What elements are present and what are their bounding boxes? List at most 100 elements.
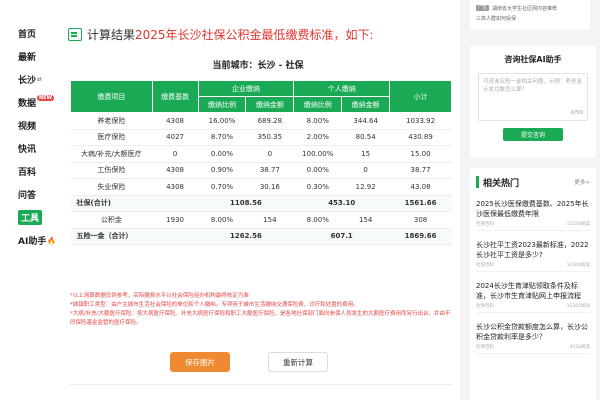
fire-icon: 🔥 [47, 236, 57, 245]
nav-item-data[interactable]: 数据 NEW [0, 91, 56, 114]
cell: 8.70% [198, 129, 246, 146]
table-row: 医疗保险 4027 8.70% 350.35 2.00% 80.54 430.89 [70, 129, 452, 146]
cell: 38.77 [245, 162, 294, 179]
col-header-employer-ratio: 缴纳比例 [197, 96, 247, 113]
calculator-icon [68, 28, 82, 41]
hot-item-source: 社保百科 [476, 345, 494, 350]
table-row: 养老保险 4308 16.00% 689.28 8.00% 344.64 1033.92 [70, 112, 452, 130]
cell: 4308 [152, 162, 199, 179]
cell: 0 [245, 145, 294, 163]
cell: 1930 [152, 211, 199, 229]
cell: 工伤保险 [70, 162, 153, 179]
cell: 100.00% [293, 145, 342, 163]
hot-item-views: 11200阅读 [566, 263, 590, 268]
nav-item-qa[interactable]: 问答 [0, 183, 56, 206]
nav-item-latest[interactable]: 最新 [0, 45, 56, 68]
hot-item[interactable]: 长沙社平工资2023最新标准，2022长沙社平工资是多少? 社保百科 11200阅… [476, 240, 590, 272]
cell: 社保(合计) [70, 195, 199, 212]
submit-consult-button[interactable]: 提交咨询 [503, 128, 563, 141]
cell: 8.00% [293, 211, 342, 229]
hot-item-title: 2024长沙生育津贴领取条件及标准，长沙市生育津贴网上申报流程 [476, 282, 581, 300]
cell: 1262.56 [198, 228, 294, 245]
switch-city-icon: ⇄ [37, 76, 43, 83]
ad-text: 三高人群如何投保 [476, 15, 517, 22]
save-image-button[interactable]: 保存图片 [170, 352, 230, 372]
cell: 0.70% [198, 178, 246, 196]
hot-item-meta: 社保百科 11574阅读 [476, 221, 590, 227]
col-header-employer: 企业缴纳 [197, 80, 295, 97]
nav-item-video[interactable]: 视频 [0, 114, 56, 137]
cell: 16.00% [198, 112, 246, 130]
nav-item-news-flash[interactable]: 快讯 [0, 137, 56, 160]
hot-item-views: 11205阅读 [566, 304, 590, 309]
cell: 689.28 [245, 112, 294, 130]
cell: 38.77 [389, 162, 452, 179]
cell: 失业保险 [70, 178, 153, 196]
calculator-result-panel: 计算结果 2025年长沙社保公积金最低缴费标准，如下: 当前城市：长沙 - 社保… [56, 0, 460, 400]
cell: 430.89 [389, 129, 452, 146]
cell: 15 [341, 145, 390, 163]
left-nav: 首页 最新 长沙 ⇄ 数据 NEW 视频 快讯 百科 问答 工具 AI助手 🔥 [0, 0, 56, 400]
cell: 30.16 [245, 178, 294, 196]
cell: 0.00% [198, 145, 246, 163]
ai-assistant-box: 咨询社保AI助手 可咨询五险一金相关问题，示例：养老金计发月数怎么算？ 0/50… [470, 46, 596, 158]
nav-item-wiki[interactable]: 百科 [0, 160, 56, 183]
hot-item-source: 社保百科 [476, 222, 494, 227]
cell: 1033.92 [389, 112, 452, 130]
cell: 0.90% [198, 162, 246, 179]
cell: 8.00% [198, 211, 246, 229]
cell: 2.00% [293, 129, 342, 146]
cell: 0.30% [293, 178, 342, 196]
cell: 公积金 [70, 211, 153, 229]
col-header-personal-ratio: 缴纳比例 [293, 96, 343, 113]
related-hot-panel: 相关热门 更多> 2025长沙医保缴费基数、2025年长沙医保最低缴费年限 社保… [470, 168, 596, 400]
grand-total-row: 五险一金（合计） 1262.56 607.1 1869.66 [70, 228, 452, 245]
col-header-base: 缴费基数 [151, 80, 199, 113]
result-highlight: 2025年长沙社保公积金最低缴费标准，如下: [135, 28, 374, 42]
nav-item-home[interactable]: 首页 [0, 22, 56, 45]
recalculate-button[interactable]: 重新计算 [268, 352, 328, 372]
hot-item-title: 长沙公积金贷款额度怎么算，长沙公积金贷款利率是多少？ [476, 323, 588, 341]
col-header-personal: 个人缴纳 [293, 80, 391, 97]
hot-item-source: 社保百科 [476, 263, 494, 268]
ai-question-input[interactable]: 可咨询五险一金相关问题，示例：养老金计发月数怎么算？ 0/50 [478, 73, 588, 121]
ad-text: 湖南省大学生社区网内容推荐 [492, 5, 558, 12]
col-header-item: 缴费项目 [70, 80, 153, 113]
cell: 0 [152, 145, 199, 163]
hot-item-meta: 社保百科 11205阅读 [476, 303, 590, 309]
ad-tag: 广告 [476, 5, 489, 11]
hot-item-views: 4550阅读 [569, 345, 590, 350]
nav-item-ai-assistant[interactable]: AI助手 🔥 [0, 229, 56, 252]
note-line: *以上测算数据仅供参考，实际缴费水平以社会保险经办机构最终核定为准 [70, 293, 249, 299]
hot-item[interactable]: 长沙公积金贷款额度怎么算，长沙公积金贷款利率是多少？ 社保百科 4550阅读 [476, 322, 590, 354]
cell: 4027 [152, 129, 199, 146]
hot-item-title: 2025长沙医保缴费基数、2025年长沙医保最低缴费年限 [476, 200, 589, 218]
cell: 308 [389, 211, 452, 229]
hot-item[interactable]: 2025长沙医保缴费基数、2025年长沙医保最低缴费年限 社保百科 11574阅读 [476, 199, 590, 231]
cell: 344.64 [341, 112, 390, 130]
col-header-subtotal: 小计 [389, 80, 452, 113]
cell: 607.1 [293, 228, 390, 245]
ad-block[interactable]: 广告 湖南省大学生社区网内容推荐 三高人群如何投保 [470, 0, 590, 30]
nav-item-tools[interactable]: 工具 [0, 206, 56, 229]
hot-item[interactable]: 2024长沙生育津贴领取条件及标准，长沙市生育津贴网上申报流程 社保百科 1120… [476, 281, 590, 313]
table-row: 工伤保险 4308 0.90% 38.77 0.00% 0 38.77 [70, 162, 452, 179]
cell: 医疗保险 [70, 129, 153, 146]
nav-item-changsha[interactable]: 长沙 ⇄ [0, 68, 56, 91]
cell: 4308 [152, 112, 199, 130]
hot-title: 相关热门 [483, 178, 520, 189]
result-heading: 计算结果 2025年长沙社保公积金最低缴费标准，如下: [68, 26, 374, 43]
note-line: *大病/补充/大额医疗保险：按大病医疗保险、补充大病医疗保险和职工大额医疗保险，… [70, 311, 451, 326]
ad-line: 广告 湖南省大学生社区网内容推荐 [476, 3, 584, 13]
cell: 350.35 [245, 129, 294, 146]
cell: 五险一金（合计） [70, 228, 199, 245]
cell: 154 [245, 211, 294, 229]
more-link[interactable]: 更多> [574, 178, 590, 186]
cell: 43.08 [389, 178, 452, 196]
col-header-personal-amount: 缴纳金额 [341, 96, 391, 113]
hot-item-title: 长沙社平工资2023最新标准，2022长沙社平工资是多少? [476, 241, 589, 259]
hot-item-meta: 社保百科 4550阅读 [476, 344, 590, 350]
disclaimer-notes: *以上测算数据仅供参考，实际缴费水平以社会保险经办机构最终核定为准 *城镇职工类… [70, 292, 452, 328]
cell: 154 [341, 211, 390, 229]
divider [70, 384, 452, 385]
